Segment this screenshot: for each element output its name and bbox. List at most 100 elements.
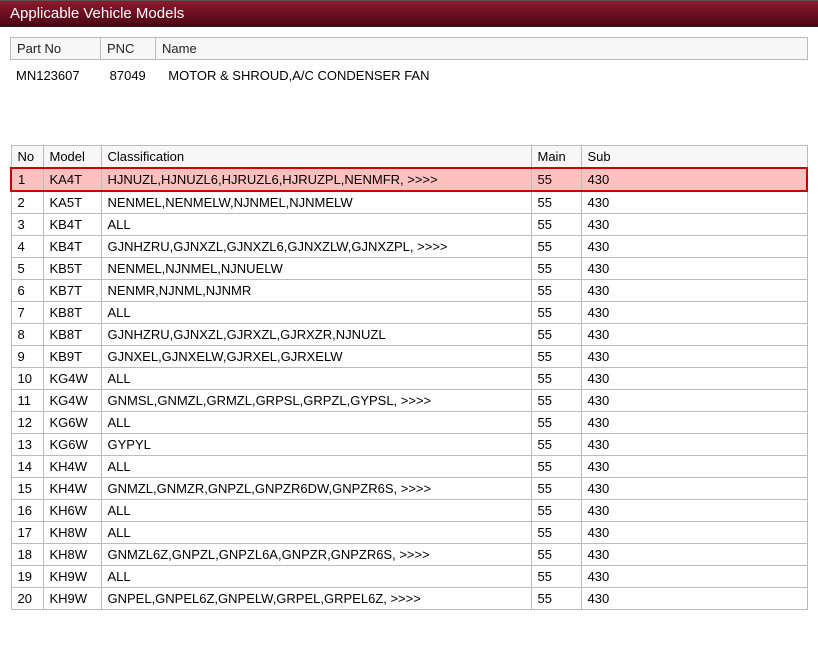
- cell-sub: 430: [581, 214, 807, 236]
- cell-main: 55: [531, 214, 581, 236]
- cell-main: 55: [531, 500, 581, 522]
- cell-classification: HJNUZL,HJNUZL6,HJRUZL6,HJRUZPL,NENMFR, >…: [101, 168, 531, 191]
- cell-model: KA5T: [43, 191, 101, 214]
- cell-no: 20: [11, 588, 43, 610]
- cell-model: KG4W: [43, 368, 101, 390]
- table-row[interactable]: 7KB8TALL55430: [11, 302, 807, 324]
- table-row[interactable]: 18KH8WGNMZL6Z,GNPZL,GNPZL6A,GNPZR,GNPZR6…: [11, 544, 807, 566]
- cell-main: 55: [531, 236, 581, 258]
- value-name: MOTOR & SHROUD,A/C CONDENSER FAN: [168, 68, 429, 83]
- cell-no: 16: [11, 500, 43, 522]
- cell-no: 11: [11, 390, 43, 412]
- cell-sub: 430: [581, 566, 807, 588]
- cell-main: 55: [531, 522, 581, 544]
- col-header-model[interactable]: Model: [43, 146, 101, 169]
- cell-main: 55: [531, 280, 581, 302]
- cell-main: 55: [531, 456, 581, 478]
- table-row[interactable]: 10KG4WALL55430: [11, 368, 807, 390]
- cell-model: KH6W: [43, 500, 101, 522]
- cell-no: 18: [11, 544, 43, 566]
- table-row[interactable]: 14KH4WALL55430: [11, 456, 807, 478]
- table-row[interactable]: 20KH9WGNPEL,GNPEL6Z,GNPELW,GRPEL,GRPEL6Z…: [11, 588, 807, 610]
- cell-no: 17: [11, 522, 43, 544]
- table-row[interactable]: 19KH9WALL55430: [11, 566, 807, 588]
- cell-classification: ALL: [101, 566, 531, 588]
- table-row[interactable]: 13KG6WGYPYL55430: [11, 434, 807, 456]
- cell-main: 55: [531, 412, 581, 434]
- cell-model: KG4W: [43, 390, 101, 412]
- cell-classification: GJNHZRU,GJNXZL,GJRXZL,GJRXZR,NJNUZL: [101, 324, 531, 346]
- cell-classification: ALL: [101, 412, 531, 434]
- cell-main: 55: [531, 258, 581, 280]
- table-row[interactable]: 4KB4TGJNHZRU,GJNXZL,GJNXZL6,GJNXZLW,GJNX…: [11, 236, 807, 258]
- cell-no: 12: [11, 412, 43, 434]
- table-row[interactable]: 2KA5TNENMEL,NENMELW,NJNMEL,NJNMELW55430: [11, 191, 807, 214]
- cell-main: 55: [531, 434, 581, 456]
- table-row[interactable]: 16KH6WALL55430: [11, 500, 807, 522]
- table-header-row: No Model Classification Main Sub: [11, 146, 807, 169]
- cell-classification: ALL: [101, 302, 531, 324]
- table-row[interactable]: 12KG6WALL55430: [11, 412, 807, 434]
- cell-sub: 430: [581, 588, 807, 610]
- cell-classification: ALL: [101, 214, 531, 236]
- table-row[interactable]: 9KB9TGJNXEL,GJNXELW,GJRXEL,GJRXELW55430: [11, 346, 807, 368]
- col-header-sub[interactable]: Sub: [581, 146, 807, 169]
- table-row[interactable]: 17KH8WALL55430: [11, 522, 807, 544]
- cell-main: 55: [531, 368, 581, 390]
- cell-no: 15: [11, 478, 43, 500]
- cell-classification: GNMZL6Z,GNPZL,GNPZL6A,GNPZR,GNPZR6S, >>>…: [101, 544, 531, 566]
- table-row[interactable]: 15KH4WGNMZL,GNMZR,GNPZL,GNPZR6DW,GNPZR6S…: [11, 478, 807, 500]
- table-row[interactable]: 6KB7TNENMR,NJNML,NJNMR55430: [11, 280, 807, 302]
- cell-main: 55: [531, 191, 581, 214]
- cell-sub: 430: [581, 302, 807, 324]
- cell-classification: ALL: [101, 456, 531, 478]
- cell-sub: 430: [581, 412, 807, 434]
- cell-sub: 430: [581, 368, 807, 390]
- cell-no: 4: [11, 236, 43, 258]
- col-header-classification[interactable]: Classification: [101, 146, 531, 169]
- cell-model: KG6W: [43, 412, 101, 434]
- cell-main: 55: [531, 566, 581, 588]
- cell-main: 55: [531, 324, 581, 346]
- cell-no: 14: [11, 456, 43, 478]
- col-header-main[interactable]: Main: [531, 146, 581, 169]
- cell-classification: GYPYL: [101, 434, 531, 456]
- cell-no: 10: [11, 368, 43, 390]
- cell-model: KA4T: [43, 168, 101, 191]
- cell-sub: 430: [581, 478, 807, 500]
- cell-classification: GJNXEL,GJNXELW,GJRXEL,GJRXELW: [101, 346, 531, 368]
- part-info-row: MN123607 87049 MOTOR & SHROUD,A/C CONDEN…: [10, 66, 808, 85]
- cell-classification: NENMEL,NENMELW,NJNMEL,NJNMELW: [101, 191, 531, 214]
- cell-classification: ALL: [101, 500, 531, 522]
- cell-no: 1: [11, 168, 43, 191]
- cell-model: KH8W: [43, 522, 101, 544]
- cell-main: 55: [531, 478, 581, 500]
- cell-no: 6: [11, 280, 43, 302]
- cell-sub: 430: [581, 280, 807, 302]
- window-titlebar: Applicable Vehicle Models: [0, 0, 818, 27]
- cell-sub: 430: [581, 500, 807, 522]
- header-partno: Part No: [11, 38, 101, 60]
- table-row[interactable]: 5KB5TNENMEL,NJNMEL,NJNUELW55430: [11, 258, 807, 280]
- vehicle-models-table: No Model Classification Main Sub 1KA4THJ…: [10, 145, 808, 610]
- cell-sub: 430: [581, 191, 807, 214]
- cell-classification: ALL: [101, 368, 531, 390]
- cell-model: KB5T: [43, 258, 101, 280]
- cell-model: KB8T: [43, 302, 101, 324]
- cell-sub: 430: [581, 236, 807, 258]
- part-info-header-table: Part No PNC Name: [10, 37, 808, 60]
- cell-model: KH9W: [43, 566, 101, 588]
- cell-main: 55: [531, 302, 581, 324]
- content-area: Part No PNC Name MN123607 87049 MOTOR & …: [0, 27, 818, 620]
- table-row[interactable]: 1KA4THJNUZL,HJNUZL6,HJRUZL6,HJRUZPL,NENM…: [11, 168, 807, 191]
- cell-model: KH9W: [43, 588, 101, 610]
- cell-model: KB8T: [43, 324, 101, 346]
- header-pnc: PNC: [101, 38, 156, 60]
- table-row[interactable]: 8KB8TGJNHZRU,GJNXZL,GJRXZL,GJRXZR,NJNUZL…: [11, 324, 807, 346]
- cell-no: 3: [11, 214, 43, 236]
- cell-model: KB4T: [43, 214, 101, 236]
- table-row[interactable]: 3KB4TALL55430: [11, 214, 807, 236]
- cell-sub: 430: [581, 390, 807, 412]
- col-header-no[interactable]: No: [11, 146, 43, 169]
- table-row[interactable]: 11KG4WGNMSL,GNMZL,GRMZL,GRPSL,GRPZL,GYPS…: [11, 390, 807, 412]
